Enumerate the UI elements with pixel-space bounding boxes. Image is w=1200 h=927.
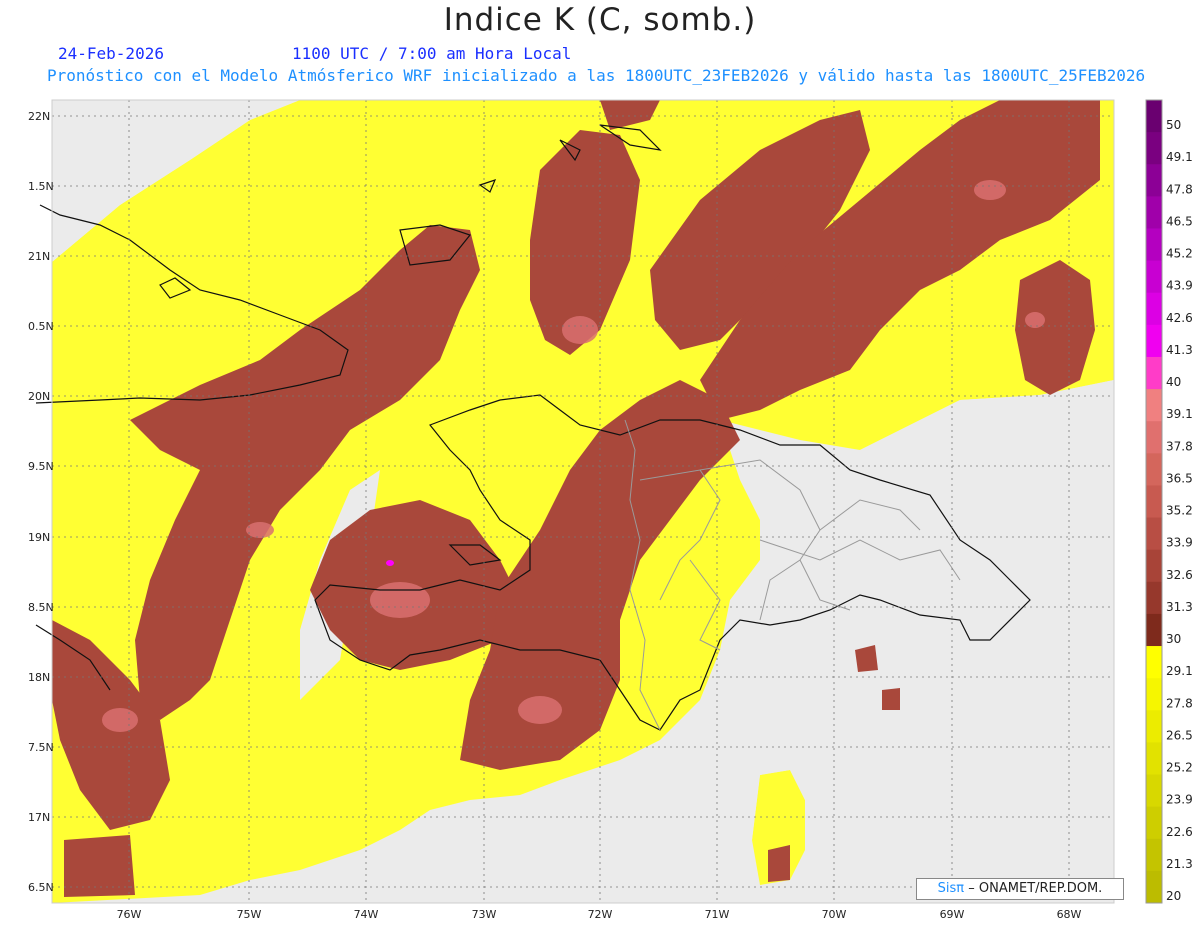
colorbar-label: 25.2 [1166,761,1193,775]
colorbar-swatch [1146,646,1162,679]
lat-label: 0.5N [28,320,54,333]
colorbar-label: 41.3 [1166,343,1193,357]
forecast-description: Pronóstico con el Modelo Atmósferico WRF… [47,66,1146,85]
lat-label: 22N [28,110,50,123]
lat-label: 21N [28,250,50,263]
lon-label: 76W [117,908,142,921]
lon-label: 74W [354,908,379,921]
colorbar-swatch [1146,742,1162,776]
colorbar-label: 50 [1166,118,1181,132]
lon-label: 68W [1057,908,1082,921]
forecast-time: 1100 UTC / 7:00 am Hora Local [292,44,572,63]
colorbar-swatch [1146,678,1162,711]
colorbar-label: 30 [1166,632,1181,646]
forecast-map: 22N 1.5N 21N 0.5N 20N 9.5N 19N 8.5N 18N … [28,99,1193,921]
colorbar-swatch [1146,581,1162,615]
colorbar-label: 37.8 [1166,439,1193,453]
colorbar-label: 35.2 [1166,504,1193,518]
lon-label: 73W [472,908,497,921]
lat-label: 18N [28,671,50,684]
credit-brand: Sisπ [937,881,965,896]
colorbar-label: 29.1 [1166,664,1193,678]
colorbar-swatch [1146,774,1162,808]
lat-label: 9.5N [28,460,54,473]
colorbar-label: 46.5 [1166,214,1193,228]
credit-box: Sisπ – ONAMET/REP.DOM. [916,878,1124,900]
colorbar-label: 40 [1166,375,1181,389]
colorbar-label: 21.3 [1166,857,1193,871]
colorbar: 50 49.1 47.8 46.5 45.2 43.9 42.6 41.3 40 39.1 37.8… [1145,99,1193,904]
colorbar-swatch [1146,870,1162,904]
colorbar-swatch [1146,324,1162,358]
lat-label: 7.5N [28,741,54,754]
lon-label: 75W [237,908,262,921]
longitude-labels: 76W 75W 74W 73W 72W 71W 70W 69W 68W [117,908,1082,921]
lat-label: 1.5N [28,180,54,193]
colorbar-label: 43.9 [1166,279,1193,293]
lat-label: 17N [28,811,50,824]
colorbar-label: 47.8 [1166,182,1193,196]
colorbar-swatch [1146,517,1162,551]
colorbar-label: 23.9 [1166,793,1193,807]
colorbar-swatch [1146,421,1162,454]
colorbar-label: 32.6 [1166,568,1193,582]
colorbar-label: 39.1 [1166,407,1193,421]
colorbar-label: 42.6 [1166,311,1193,325]
colorbar-label: 26.5 [1166,728,1193,742]
colorbar-swatch [1146,838,1162,872]
lat-label: 19N [28,531,50,544]
colorbar-label: 31.3 [1166,600,1193,614]
colorbar-swatch [1146,164,1162,197]
colorbar-swatch [1146,549,1162,583]
colorbar-swatch [1146,196,1162,229]
lon-label: 70W [822,908,847,921]
lat-label: 20N [28,390,50,403]
colorbar-swatch [1146,453,1162,486]
colorbar-swatch [1146,228,1162,262]
colorbar-swatch [1146,806,1162,840]
colorbar-swatch [1146,132,1162,165]
colorbar-swatch [1146,485,1162,519]
map-title: Indice K (C, somb.) [443,2,757,38]
credit-org: – ONAMET/REP.DOM. [968,881,1103,896]
forecast-date: 24-Feb-2026 [58,44,164,63]
lat-label: 8.5N [28,601,54,614]
colorbar-label: 45.2 [1166,247,1193,261]
colorbar-label: 27.8 [1166,696,1193,710]
colorbar-label: 22.6 [1166,825,1193,839]
colorbar-swatch [1146,710,1162,743]
colorbar-label: 20 [1166,889,1181,903]
colorbar-swatch [1146,260,1162,294]
k-index-magenta-spot [386,560,394,566]
colorbar-swatch [1146,356,1162,390]
lon-label: 71W [705,908,730,921]
colorbar-swatch [1146,613,1162,647]
colorbar-label: 36.5 [1166,471,1193,485]
colorbar-swatch [1146,100,1162,133]
colorbar-swatch [1146,292,1162,326]
lat-label: 6.5N [28,881,54,894]
colorbar-label: 33.9 [1166,536,1193,550]
colorbar-swatch [1146,389,1162,422]
lon-label: 69W [940,908,965,921]
latitude-labels: 22N 1.5N 21N 0.5N 20N 9.5N 19N 8.5N 18N … [28,110,54,894]
lon-label: 72W [588,908,613,921]
colorbar-label: 49.1 [1166,150,1193,164]
